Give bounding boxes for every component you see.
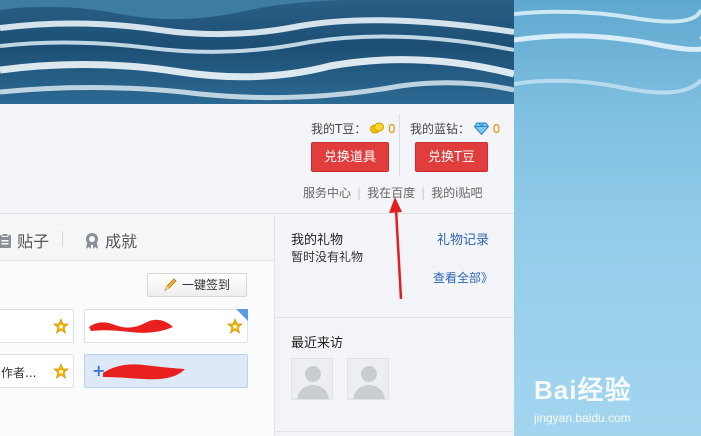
tab-achievements-label: 成就 [105,232,138,251]
divider [275,431,515,436]
visitor-avatar[interactable] [291,358,333,400]
document-icon [0,233,11,248]
visitor-avatar[interactable] [347,358,389,400]
level-star-icon [53,363,69,379]
forum-card[interactable] [84,309,248,343]
wave-illustration [0,0,514,101]
default-avatar-icon [297,366,329,399]
diamond-label: 我的蓝钻： [410,122,471,136]
tab-posts-label: 贴子 [17,232,50,251]
my-itieba-link[interactable]: 我的i贴吧 [431,186,482,200]
corner-check-icon [236,309,248,321]
level-star-icon [53,318,69,334]
watermark-url: jingyan.baidu.com [534,411,631,425]
watermark-logo: Bai经验 [534,375,632,405]
tbean-label: 我的T豆： [311,122,367,136]
annotation-arrow [389,197,403,300]
tbean-balance: 我的T豆： 0 [311,120,396,137]
gift-records-link[interactable]: 礼物记录 [437,229,489,248]
tab-achievements[interactable]: 成就 [84,228,137,252]
view-all-link[interactable]: 查看全部》 [433,269,493,286]
ocean-banner-image [0,0,514,104]
tab-divider [62,231,63,247]
account-area: 我的T豆： 0 我的蓝钻： 0 兑换道具 兑换T豆 服务中心 | 我在百度 | 我的i贴… [0,104,514,214]
blue-diamond-icon [473,122,489,136]
tab-posts[interactable]: 贴子 [0,228,49,252]
tbean-icon [370,122,385,134]
forum-name: 作者... [1,366,37,380]
forum-card[interactable] [0,309,74,343]
forums-panel: 一键签到 作者... + [0,261,274,436]
link-separator: | [357,186,362,200]
exchange-tbean-button[interactable]: 兑换T豆 [415,142,488,172]
default-avatar-icon [353,366,385,399]
redaction-scribble [89,319,173,333]
diamond-count: 0 [492,122,501,136]
medal-icon [86,233,98,249]
diamond-balance: 我的蓝钻： 0 [410,120,500,137]
profile-tabs: 贴子 成就 [0,215,274,261]
pencil-icon [164,278,177,291]
exchange-props-button[interactable]: 兑换道具 [311,142,389,172]
watermark: Bai经验 jingyan.baidu.com [534,370,631,425]
service-center-link[interactable]: 服务中心 [303,186,351,200]
recent-visitors-title: 最近来访 [291,336,344,351]
link-separator: | [421,186,426,200]
divider [275,317,515,318]
gifts-title: 我的礼物 [291,233,344,248]
tbean-count: 0 [388,122,396,136]
gifts-empty-text: 暂时没有礼物 [291,250,364,264]
divider [399,114,400,176]
forum-card-add[interactable]: + [84,354,248,388]
user-panel: 我的T豆： 0 我的蓝钻： 0 兑换道具 兑换T豆 服务中心 | 我在百度 | 我的i贴… [0,104,515,436]
sign-all-label: 一键签到 [182,278,231,292]
redaction-scribble [103,364,185,380]
forum-card[interactable]: 作者... [0,354,74,388]
sign-all-button[interactable]: 一键签到 [147,273,247,297]
